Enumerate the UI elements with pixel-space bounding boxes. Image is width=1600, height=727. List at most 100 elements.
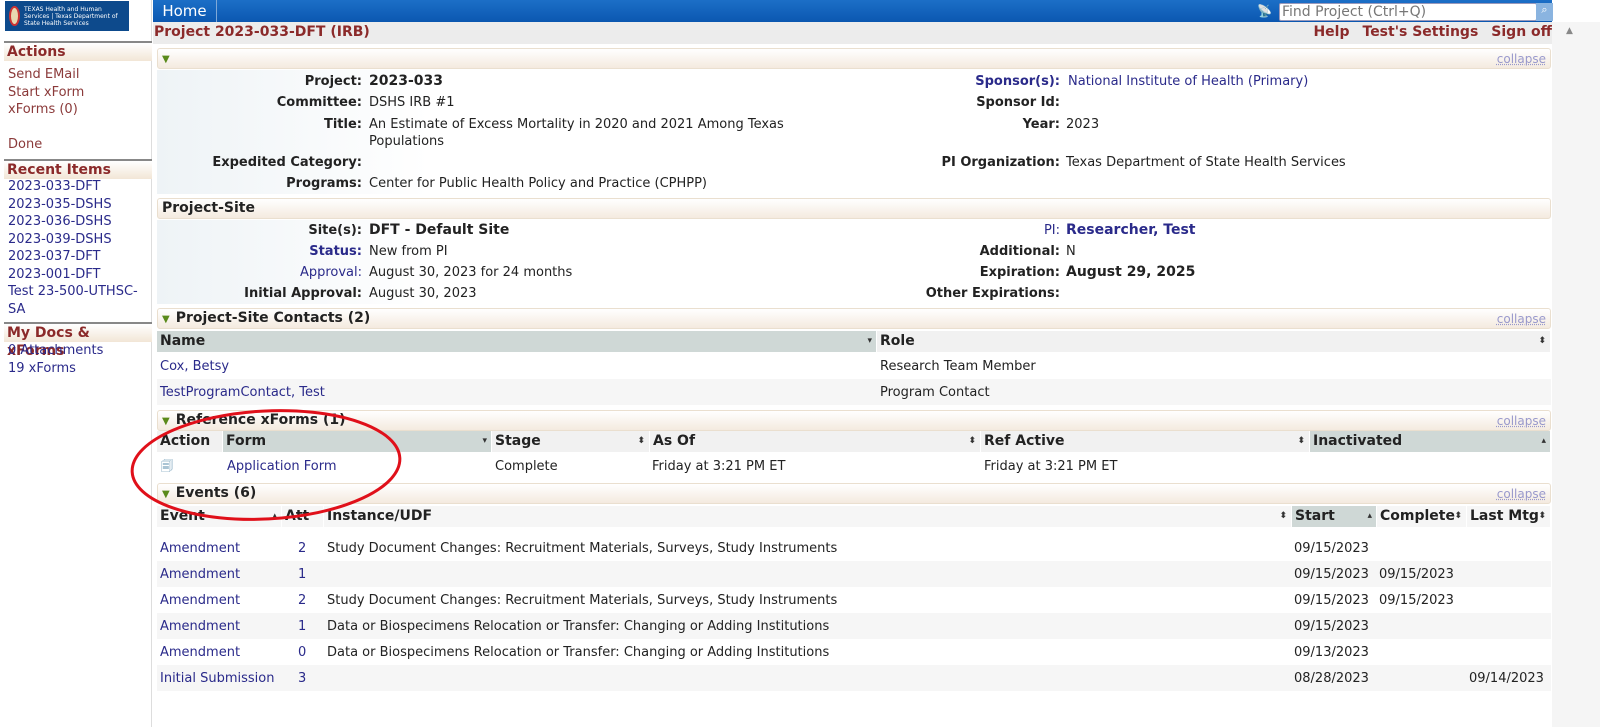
last-mtg-column-header[interactable]: Last Mtg ⬍ bbox=[1467, 506, 1551, 527]
event-link[interactable]: Amendment bbox=[160, 593, 240, 608]
ref-active-column-header[interactable]: Ref Active ⬍ bbox=[981, 431, 1310, 452]
status-label[interactable]: Status: bbox=[157, 243, 362, 260]
year-value: 2023 bbox=[1066, 117, 1100, 132]
collapse-triangle-icon[interactable]: ▼ bbox=[162, 314, 170, 325]
project-section-header[interactable]: ▼ collapse bbox=[157, 48, 1551, 69]
contacts-table: Name ▾ Role ⬍ Cox, Betsy Research Team Memb… bbox=[157, 331, 1551, 411]
scroll-up-icon[interactable]: ▲ bbox=[1566, 26, 1573, 36]
events-section-header[interactable]: ▼ Events (6) collapse bbox=[157, 483, 1551, 504]
expedited-label: Expedited Category: bbox=[212, 155, 362, 170]
instance-column-header[interactable]: Instance/UDF ⬍ bbox=[324, 506, 1292, 527]
recent-item[interactable]: Test 23-500-UTHSC-SA bbox=[8, 283, 148, 318]
events-title: Events (6) bbox=[175, 485, 257, 501]
table-row: Amendment 2 Study Document Changes: Recrui… bbox=[157, 535, 1551, 561]
pi-org-value: Texas Department of State Health Service… bbox=[1066, 155, 1346, 170]
stage-column-header[interactable]: Stage ⬍ bbox=[492, 431, 650, 452]
xforms-link[interactable]: xForms (0) bbox=[8, 101, 84, 119]
att-count[interactable]: 2 bbox=[298, 541, 306, 556]
instance-udf: Study Document Changes: Recruitment Mate… bbox=[327, 541, 838, 556]
table-row: Initial Submission 3 08/28/2023 09/14/2023 bbox=[157, 665, 1551, 691]
collapse-link[interactable]: collapse bbox=[1497, 412, 1546, 431]
as-of-value: Friday at 3:21 PM ET bbox=[652, 459, 786, 474]
table-row: Amendment 2 Study Document Changes: Recrui… bbox=[157, 587, 1551, 613]
search-icon[interactable]: ⌕ bbox=[1536, 3, 1553, 21]
recent-item[interactable]: 2023-036-DSHS bbox=[8, 213, 148, 231]
collapse-triangle-icon[interactable]: ▼ bbox=[162, 416, 170, 427]
scrollbar[interactable]: ▲ bbox=[1552, 22, 1600, 727]
send-email-link[interactable]: Send EMail bbox=[8, 66, 84, 84]
event-link[interactable]: Amendment bbox=[160, 619, 240, 634]
collapse-triangle-icon[interactable]: ▼ bbox=[162, 489, 170, 500]
instance-udf: Data or Biospecimens Relocation or Trans… bbox=[327, 645, 830, 660]
att-count[interactable]: 3 bbox=[298, 671, 306, 686]
att-column-header[interactable]: Att bbox=[282, 506, 324, 527]
expiration-label: Expiration: bbox=[979, 265, 1060, 280]
expand-triangle-icon[interactable]: ▼ bbox=[162, 54, 170, 65]
project-number: 2023-033 bbox=[369, 73, 443, 89]
collapse-link[interactable]: collapse bbox=[1497, 50, 1546, 69]
broadcast-icon[interactable]: 📡 bbox=[1257, 4, 1272, 18]
table-row: Cox, Betsy Research Team Member bbox=[157, 353, 1551, 379]
collapse-link[interactable]: collapse bbox=[1497, 485, 1546, 504]
collapse-link[interactable]: collapse bbox=[1497, 310, 1546, 329]
event-column-header[interactable]: Event ▴ bbox=[157, 506, 282, 527]
help-link[interactable]: Help bbox=[1313, 24, 1349, 40]
recent-item[interactable]: 2023-035-DSHS bbox=[8, 196, 148, 214]
start-xform-link[interactable]: Start xForm bbox=[8, 84, 84, 102]
table-row: 🗐 Application Form Complete Friday at 3:… bbox=[157, 453, 1551, 479]
inactivated-column-header[interactable]: Inactivated ▴ bbox=[1310, 431, 1551, 452]
view-form-icon[interactable]: 🗐 bbox=[161, 457, 173, 478]
additional-label: Additional: bbox=[979, 244, 1060, 259]
xforms-docs-link[interactable]: 19 xForms bbox=[8, 360, 103, 378]
initial-approval-value: August 30, 2023 bbox=[369, 286, 477, 301]
approval-value: August 30, 2023 for 24 months bbox=[369, 265, 573, 280]
complete-date: 09/15/2023 bbox=[1379, 567, 1454, 582]
last-mtg-date: 09/14/2023 bbox=[1469, 671, 1544, 686]
sites-value: DFT - Default Site bbox=[369, 222, 510, 238]
pi-label: PI: bbox=[1043, 223, 1060, 238]
event-link[interactable]: Amendment bbox=[160, 567, 240, 582]
pi-link[interactable]: Researcher, Test bbox=[1066, 222, 1195, 239]
att-count[interactable]: 0 bbox=[298, 645, 306, 660]
recent-item[interactable]: 2023-001-DFT bbox=[8, 266, 148, 284]
texas-hhs-logo: TEXAS Health and Human Services | Texas … bbox=[5, 1, 129, 31]
event-link[interactable]: Amendment bbox=[160, 541, 240, 556]
find-project-input[interactable]: Find Project (Ctrl+Q) bbox=[1279, 3, 1537, 21]
sign-off-link[interactable]: Sign off bbox=[1491, 24, 1552, 40]
role-column-header[interactable]: Role ⬍ bbox=[877, 331, 1551, 352]
committee-label: Committee: bbox=[276, 95, 362, 110]
sponsors-label[interactable]: Sponsor(s): bbox=[860, 73, 1060, 90]
form-column-header[interactable]: Form ▾ bbox=[223, 431, 492, 452]
event-link[interactable]: Amendment bbox=[160, 645, 240, 660]
settings-link[interactable]: Test's Settings bbox=[1363, 24, 1479, 40]
name-column-header[interactable]: Name ▾ bbox=[157, 331, 877, 352]
start-column-header[interactable]: Start ▴ bbox=[1292, 506, 1377, 527]
reference-xforms-header[interactable]: ▼ Reference xForms (1) collapse bbox=[157, 410, 1551, 431]
complete-column-header[interactable]: Complete ⬍ bbox=[1377, 506, 1467, 527]
start-date: 08/28/2023 bbox=[1294, 671, 1369, 686]
form-link[interactable]: Application Form bbox=[227, 459, 337, 474]
sponsor-id-label: Sponsor Id: bbox=[976, 95, 1060, 110]
as-of-column-header[interactable]: As Of ⬍ bbox=[650, 431, 981, 452]
event-link[interactable]: Initial Submission bbox=[160, 671, 274, 686]
project-site-header: Project-Site bbox=[157, 198, 1551, 219]
att-count[interactable]: 1 bbox=[298, 567, 306, 582]
home-tab[interactable]: Home bbox=[153, 0, 217, 22]
table-row: Amendment 0 Data or Biospecimens Relocatio… bbox=[157, 639, 1551, 665]
top-nav-bar: Home 📡 Find Project (Ctrl+Q) bbox=[153, 0, 1552, 22]
start-date: 09/15/2023 bbox=[1294, 541, 1369, 556]
sponsor-link[interactable]: National Institute of Health (Primary) bbox=[1068, 73, 1308, 90]
contact-name-link[interactable]: Cox, Betsy bbox=[160, 359, 229, 374]
stage-value: Complete bbox=[495, 459, 558, 474]
status-value: New from PI bbox=[369, 244, 448, 259]
approval-label[interactable]: Approval: bbox=[157, 264, 362, 281]
recent-item[interactable]: 2023-039-DSHS bbox=[8, 231, 148, 249]
attachments-link[interactable]: 0 Attachments bbox=[8, 342, 103, 360]
contact-name-link[interactable]: TestProgramContact, Test bbox=[160, 385, 325, 400]
att-count[interactable]: 2 bbox=[298, 593, 306, 608]
done-link[interactable]: Done bbox=[8, 136, 84, 154]
recent-item[interactable]: 2023-033-DFT bbox=[8, 178, 148, 196]
att-count[interactable]: 1 bbox=[298, 619, 306, 634]
contacts-section-header[interactable]: ▼ Project-Site Contacts (2) collapse bbox=[157, 308, 1551, 329]
recent-item[interactable]: 2023-037-DFT bbox=[8, 248, 148, 266]
